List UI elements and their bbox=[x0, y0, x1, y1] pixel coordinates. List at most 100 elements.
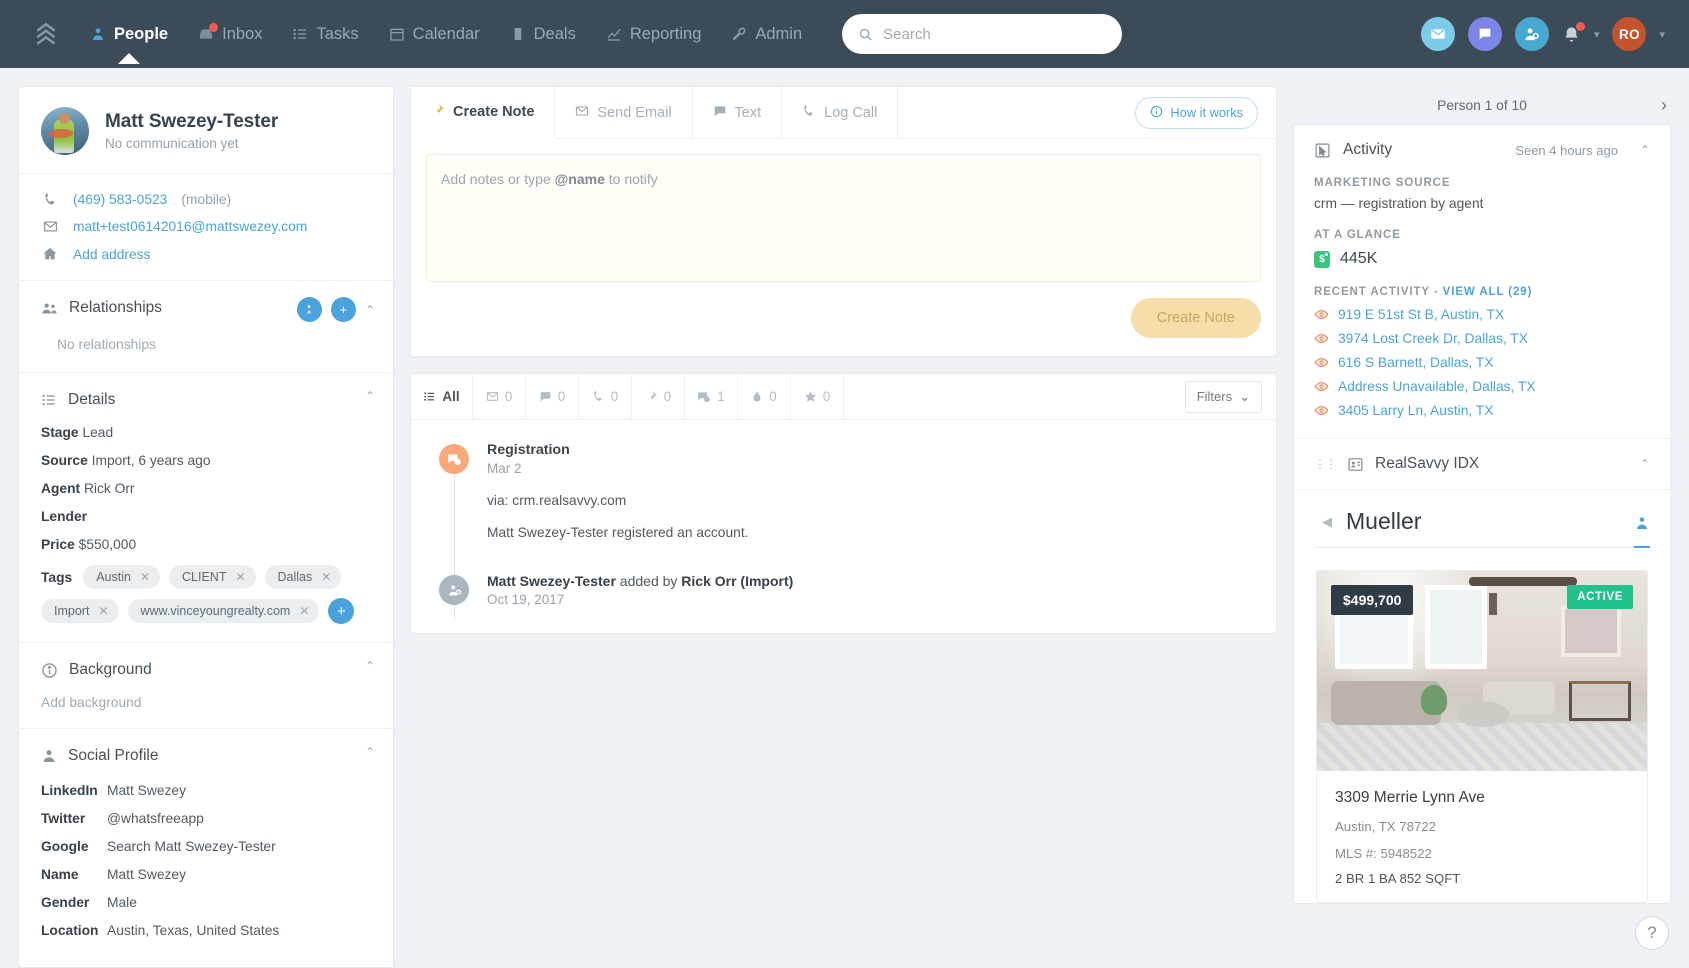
tab-log-call[interactable]: Log Call bbox=[782, 87, 899, 138]
search-input[interactable] bbox=[883, 25, 1107, 43]
tag-chip[interactable]: Import ✕ bbox=[41, 599, 119, 623]
filter-label: All bbox=[442, 389, 460, 404]
contact-header: Matt Swezey-Tester No communication yet bbox=[19, 87, 393, 174]
close-icon[interactable]: ✕ bbox=[140, 570, 150, 584]
recent-activity-item[interactable]: Address Unavailable, Dallas, TX bbox=[1314, 379, 1650, 394]
filter-notes[interactable]: 0 bbox=[632, 374, 685, 419]
note-input[interactable]: Add notes or type @name to notify bbox=[426, 154, 1261, 282]
add-relationship-button[interactable]: + bbox=[330, 297, 356, 322]
recent-activity-item[interactable]: 919 E 51st St B, Austin, TX bbox=[1314, 307, 1650, 322]
eye-icon bbox=[1314, 379, 1329, 394]
tag-chip[interactable]: Austin ✕ bbox=[83, 565, 160, 589]
detail-value-agent[interactable]: Rick Orr bbox=[84, 481, 135, 496]
activity-collapse-chevron-icon[interactable]: ⌃ bbox=[1640, 143, 1650, 157]
nav-item-people[interactable]: People bbox=[76, 15, 182, 64]
how-it-works-label: How it works bbox=[1170, 105, 1243, 120]
close-icon[interactable]: ✕ bbox=[299, 604, 309, 618]
detail-value-source[interactable]: Import, 6 years ago bbox=[92, 453, 211, 468]
composer-tabs: Create Note Send Email Text Log Call How… bbox=[411, 87, 1276, 139]
filter-calls[interactable]: 0 bbox=[579, 374, 632, 419]
idx-collapse-chevron-icon[interactable]: ⌃ bbox=[1640, 457, 1650, 471]
add-address-link[interactable]: Add address bbox=[73, 247, 150, 262]
recent-activity-address[interactable]: 616 S Barnett, Dallas, TX bbox=[1338, 355, 1493, 370]
person-icon bbox=[90, 26, 106, 42]
filters-button[interactable]: Filters ⌄ bbox=[1184, 380, 1262, 413]
add-person-button[interactable] bbox=[1514, 17, 1549, 51]
create-note-button[interactable]: Create Note bbox=[1130, 298, 1261, 338]
help-button[interactable]: ? bbox=[1635, 916, 1669, 950]
relationships-collapse-chevron-icon[interactable]: ⌃ bbox=[365, 303, 375, 317]
next-person-chevron-right-icon[interactable]: › bbox=[1661, 95, 1667, 116]
social-value[interactable]: Matt Swezey bbox=[107, 783, 186, 798]
notifications-chevron-down-icon[interactable]: ▾ bbox=[1594, 28, 1600, 41]
filter-emails[interactable]: 0 bbox=[473, 374, 526, 419]
note-input-wrap: Add notes or type @name to notify bbox=[411, 139, 1276, 282]
nav-item-calendar[interactable]: Calendar bbox=[375, 15, 494, 54]
filter-texts[interactable]: 0 bbox=[526, 374, 579, 419]
saved-search-person-tab[interactable] bbox=[1634, 515, 1650, 548]
inbox-icon bbox=[198, 23, 219, 42]
recent-activity-address[interactable]: 919 E 51st St B, Austin, TX bbox=[1338, 307, 1504, 322]
background-section: Background ⌃ Add background bbox=[19, 643, 393, 729]
filter-chats[interactable]: 1 bbox=[685, 374, 738, 419]
tag-chip[interactable]: CLIENT ✕ bbox=[169, 565, 256, 589]
note-placeholder-post: to notify bbox=[604, 171, 658, 187]
recent-activity-item[interactable]: 3405 Larry Ln, Austin, TX bbox=[1314, 403, 1650, 418]
social-value[interactable]: @whatsfreeapp bbox=[107, 811, 204, 826]
inbox-unread-badge bbox=[209, 23, 219, 32]
social-collapse-chevron-icon[interactable]: ⌃ bbox=[365, 745, 375, 759]
detail-value-stage[interactable]: Lead bbox=[82, 425, 113, 440]
nav-item-inbox[interactable]: Inbox bbox=[184, 15, 276, 54]
details-collapse-chevron-icon[interactable]: ⌃ bbox=[365, 389, 375, 403]
user-avatar[interactable]: RO bbox=[1612, 17, 1647, 51]
recent-activity-address[interactable]: Address Unavailable, Dallas, TX bbox=[1338, 379, 1536, 394]
social-value[interactable]: Search Matt Swezey-Tester bbox=[107, 839, 276, 854]
search-icon bbox=[858, 27, 873, 42]
nav-item-reporting[interactable]: Reporting bbox=[592, 15, 716, 54]
user-menu-chevron-down-icon[interactable]: ▾ bbox=[1659, 28, 1665, 41]
contact-email[interactable]: matt+test06142016@mattswezey.com bbox=[73, 219, 307, 234]
tab-send-email[interactable]: Send Email bbox=[555, 87, 693, 138]
close-icon[interactable]: ✕ bbox=[98, 604, 108, 618]
view-all-link[interactable]: VIEW ALL (29) bbox=[1443, 286, 1533, 298]
contact-phone[interactable]: (469) 583-0523 bbox=[73, 192, 167, 207]
tag-chip[interactable]: Dallas ✕ bbox=[264, 565, 342, 589]
nav-item-deals[interactable]: Deals bbox=[496, 15, 590, 54]
background-collapse-chevron-icon[interactable]: ⌃ bbox=[365, 659, 375, 673]
how-it-works-button[interactable]: How it works bbox=[1135, 96, 1258, 129]
mail-button[interactable] bbox=[1420, 17, 1455, 51]
chat-button[interactable] bbox=[1467, 17, 1502, 51]
drag-handle-icon[interactable]: ⋮⋮ bbox=[1314, 458, 1337, 470]
filter-starred[interactable]: 0 bbox=[791, 374, 844, 419]
global-search[interactable] bbox=[842, 14, 1123, 54]
close-icon[interactable]: ✕ bbox=[235, 570, 245, 584]
close-icon[interactable]: ✕ bbox=[321, 570, 331, 584]
envelope-icon bbox=[575, 104, 589, 122]
add-background-link[interactable]: Add background bbox=[41, 695, 371, 710]
contact-avatar[interactable] bbox=[41, 107, 89, 155]
list-icon bbox=[41, 392, 57, 408]
previous-search-icon[interactable]: ◀ bbox=[1322, 514, 1332, 530]
app-logo[interactable] bbox=[24, 21, 68, 47]
detail-key-source: Source bbox=[41, 453, 88, 468]
recent-activity-item[interactable]: 616 S Barnett, Dallas, TX bbox=[1314, 355, 1650, 370]
saved-search-name: Mueller bbox=[1346, 508, 1422, 534]
recent-activity-item[interactable]: 3974 Lost Creek Dr, Dallas, TX bbox=[1314, 331, 1650, 346]
nav-item-admin[interactable]: Admin bbox=[717, 15, 816, 54]
social-value: Austin, Texas, United States bbox=[107, 923, 280, 938]
recent-activity-address[interactable]: 3405 Larry Ln, Austin, TX bbox=[1338, 403, 1493, 418]
notifications-button[interactable] bbox=[1562, 21, 1585, 44]
detail-value-price[interactable]: $550,000 bbox=[79, 537, 137, 552]
note-actions: Create Note bbox=[411, 282, 1276, 356]
filter-all[interactable]: All bbox=[411, 374, 473, 419]
tag-chip[interactable]: www.vinceyoungrealty.com ✕ bbox=[127, 599, 320, 623]
filter-drops[interactable]: 0 bbox=[738, 374, 791, 419]
tab-create-note[interactable]: Create Note bbox=[411, 87, 556, 139]
link-relationship-button[interactable] bbox=[296, 297, 322, 322]
add-tag-button[interactable]: + bbox=[328, 598, 355, 624]
nav-item-tasks[interactable]: Tasks bbox=[278, 15, 372, 54]
tab-text[interactable]: Text bbox=[693, 87, 783, 138]
nav-label-inbox: Inbox bbox=[222, 24, 263, 43]
recent-activity-address[interactable]: 3974 Lost Creek Dr, Dallas, TX bbox=[1338, 331, 1528, 346]
listing-card[interactable]: $499,700 ACTIVE 3309 Merrie Lynn Ave Aus… bbox=[1316, 570, 1648, 903]
